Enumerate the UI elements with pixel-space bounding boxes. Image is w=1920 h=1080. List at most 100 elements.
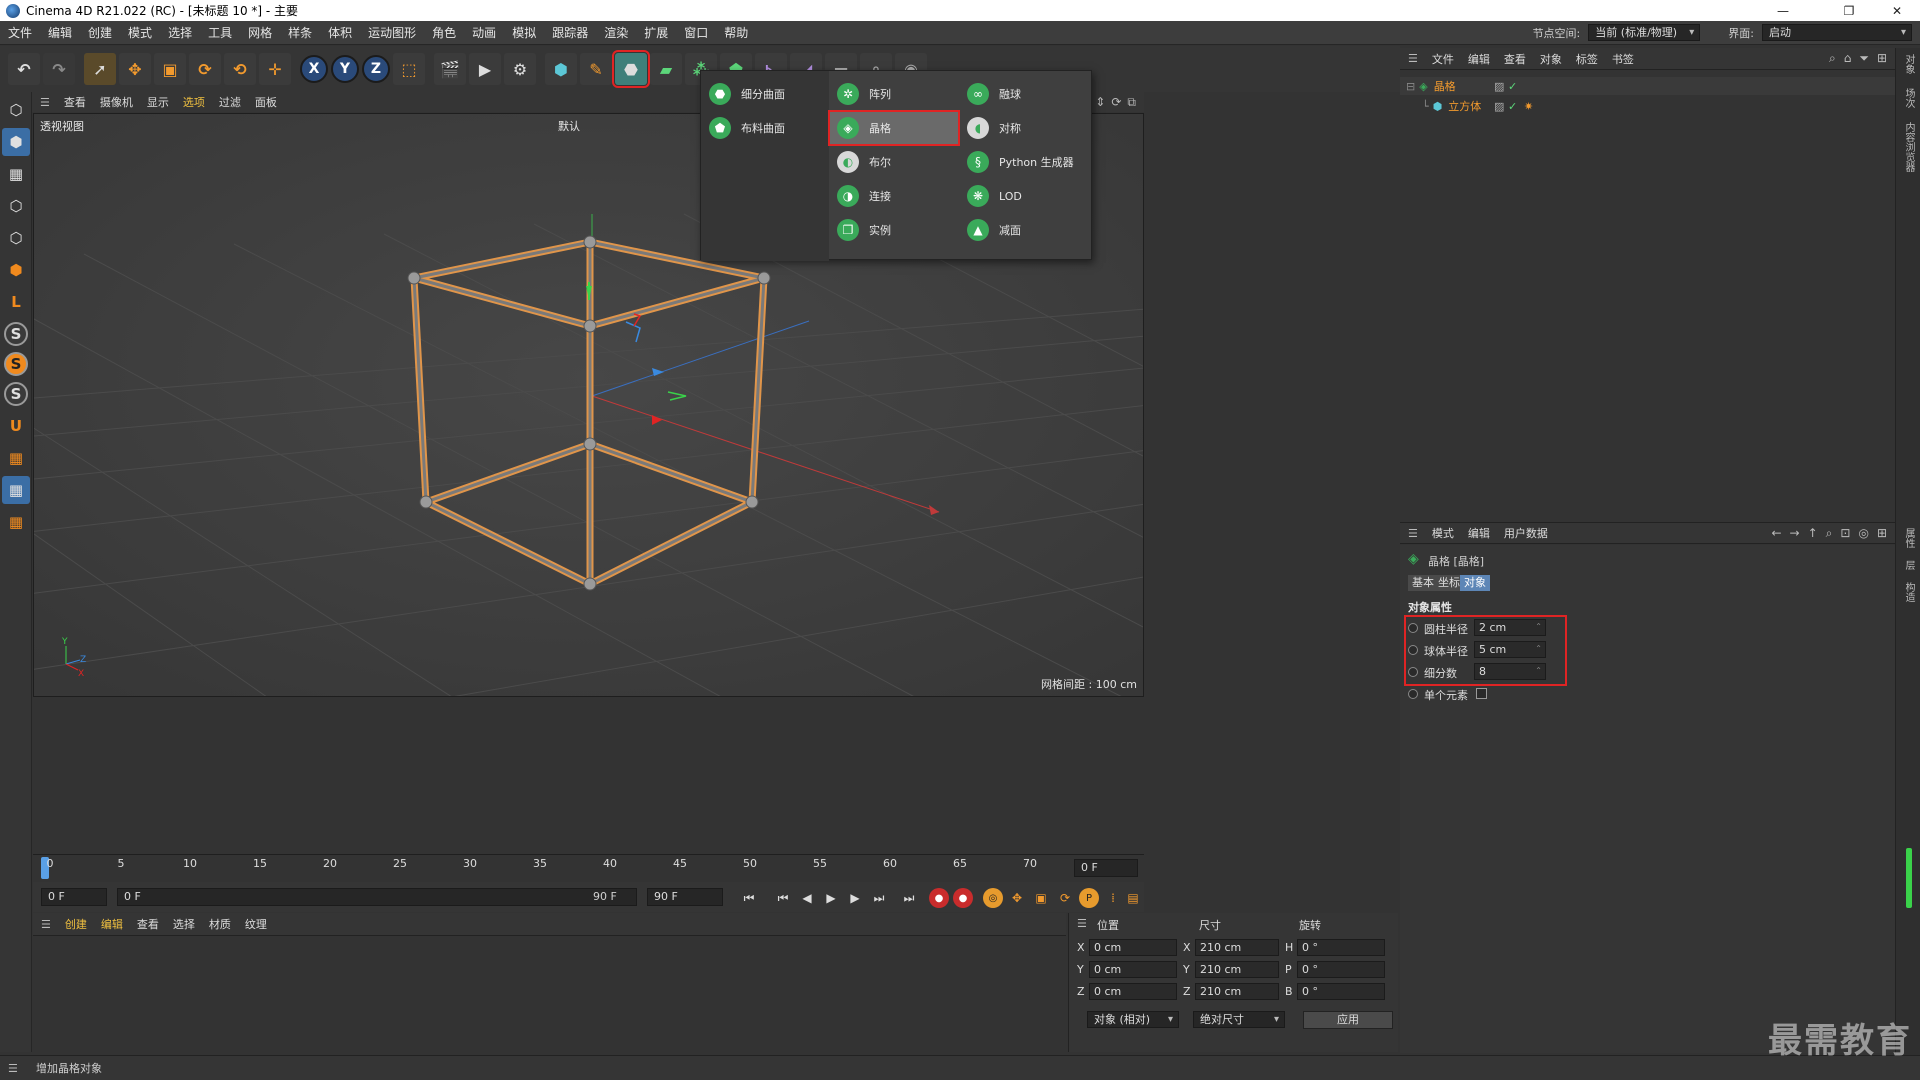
menu-render[interactable]: 渲染 — [596, 24, 636, 41]
position-key-icon[interactable]: ✥ — [1007, 888, 1027, 908]
next-frame-icon[interactable]: ▶ — [845, 888, 865, 908]
keyframe-selection-icon[interactable]: ◎ — [983, 888, 1003, 908]
menu-item-connect[interactable]: ◑ 连接 — [829, 179, 959, 213]
menu-mode[interactable]: 模式 — [120, 24, 160, 41]
material-menu-edit[interactable]: 编辑 — [94, 916, 130, 932]
keyframe-dot-icon[interactable] — [1408, 689, 1418, 699]
current-frame-field[interactable]: 0 F — [1074, 859, 1138, 877]
timeline-window-icon[interactable]: ▤ — [1123, 888, 1143, 908]
viewport-menu-view[interactable]: 查看 — [57, 94, 93, 110]
layer-icon[interactable]: ▨ — [1494, 100, 1504, 113]
size-mode-dropdown[interactable]: 绝对尺寸 — [1193, 1011, 1285, 1028]
menu-tools[interactable]: 工具 — [200, 24, 240, 41]
minimize-button[interactable]: — — [1760, 0, 1806, 21]
go-to-start-icon[interactable]: ⏮ — [739, 888, 759, 908]
go-to-end-icon[interactable]: ⏭ — [899, 888, 919, 908]
viewport-menu-display[interactable]: 显示 — [140, 94, 176, 110]
scale-tool-icon[interactable]: ▣ — [154, 53, 186, 85]
node-space-dropdown[interactable]: 当前 (标准/物理) — [1588, 24, 1701, 41]
rotation-p-field[interactable]: 0 ° — [1297, 961, 1385, 978]
viewport-rotate-icon[interactable]: ⟳ — [1111, 95, 1121, 110]
am-menu-user-data[interactable]: 用户数据 — [1497, 525, 1555, 541]
single-element-checkbox[interactable] — [1476, 688, 1487, 699]
vtab-layers[interactable]: 层 — [1901, 560, 1916, 570]
menu-item-array[interactable]: ✲ 阵列 — [829, 77, 959, 111]
menu-item-symmetry[interactable]: ◖ 对称 — [959, 111, 1093, 145]
redo-icon[interactable]: ↷ — [43, 53, 75, 85]
menu-tracker[interactable]: 跟踪器 — [544, 24, 596, 41]
play-icon[interactable]: ▶ — [821, 888, 841, 908]
am-menu-edit[interactable]: 编辑 — [1461, 525, 1497, 541]
material-manager-area[interactable] — [33, 935, 1066, 1052]
menu-help[interactable]: 帮助 — [716, 24, 756, 41]
forward-arrow-icon[interactable]: → — [1790, 526, 1800, 541]
menu-item-instance[interactable]: ❐ 实例 — [829, 213, 959, 247]
restore-button[interactable]: ❐ — [1826, 0, 1872, 21]
menu-character[interactable]: 角色 — [424, 24, 464, 41]
menu-item-atom-array[interactable]: ◈ 晶格 — [828, 110, 960, 146]
object-manager-menu-icon[interactable]: ☰ — [1408, 52, 1425, 65]
vtab-attributes[interactable]: 属性 — [1901, 528, 1916, 548]
rotation-b-field[interactable]: 0 ° — [1297, 983, 1385, 1000]
autokey-icon[interactable]: ● — [953, 888, 973, 908]
edge-mode-icon[interactable]: ⬡ — [2, 224, 30, 252]
start-frame-field[interactable]: 0 F — [41, 888, 107, 906]
subdivision-generator-icon[interactable]: ⬣ — [612, 50, 650, 88]
size-z-field[interactable]: 210 cm — [1195, 983, 1279, 1000]
menu-spline[interactable]: 样条 — [280, 24, 320, 41]
vtab-structure[interactable]: 构造 — [1901, 582, 1916, 602]
om-menu-view[interactable]: 查看 — [1497, 51, 1533, 67]
menu-simulate[interactable]: 模拟 — [504, 24, 544, 41]
snap-settings-icon[interactable]: S — [4, 382, 28, 406]
menu-mograph[interactable]: 运动图形 — [360, 24, 424, 41]
point-level-key-icon[interactable]: ⁞ — [1103, 888, 1123, 908]
viewport-panel-menu-icon[interactable]: ☰ — [40, 96, 57, 109]
timeline-ruler[interactable]: 0 5 10 15 20 25 30 35 40 45 50 55 60 65 … — [33, 854, 1144, 881]
point-mode-icon[interactable]: ⬡ — [2, 192, 30, 220]
snap-s-icon[interactable]: S — [4, 322, 28, 346]
add-tool-icon[interactable]: ✛ — [259, 53, 291, 85]
locked-workplane-icon[interactable]: ▦ — [2, 476, 30, 504]
material-menu-create[interactable]: 创建 — [58, 916, 94, 932]
om-filter-icon[interactable]: ⏷ — [1859, 51, 1869, 66]
undo-icon[interactable]: ↶ — [8, 53, 40, 85]
close-button[interactable]: ✕ — [1874, 0, 1920, 21]
planar-workplane-icon[interactable]: ▦ — [2, 508, 30, 536]
visibility-check-icon[interactable]: ✓ — [1508, 80, 1517, 93]
am-new-window-icon[interactable]: ⊞ — [1877, 526, 1887, 541]
om-home-icon[interactable]: ⌂ — [1844, 51, 1852, 66]
cube-primitive-icon[interactable]: ⬢ — [545, 53, 577, 85]
menu-item-polygon-reduction[interactable]: ▲ 减面 — [959, 213, 1093, 247]
menu-animate[interactable]: 动画 — [464, 24, 504, 41]
position-z-field[interactable]: 0 cm — [1089, 983, 1177, 1000]
om-menu-tags[interactable]: 标签 — [1569, 51, 1605, 67]
z-axis-lock-icon[interactable]: Z — [362, 55, 390, 83]
rotation-h-field[interactable]: 0 ° — [1297, 939, 1385, 956]
size-x-field[interactable]: 210 cm — [1195, 939, 1279, 956]
workplane-icon[interactable]: ▦ — [2, 444, 30, 472]
om-search-icon[interactable]: ⌕ — [1829, 51, 1836, 66]
am-menu-mode[interactable]: 模式 — [1425, 525, 1461, 541]
menu-item-boole[interactable]: ◐ 布尔 — [829, 145, 959, 179]
viewport-zoom-icon[interactable]: ⇕ — [1095, 95, 1105, 110]
extrude-generator-icon[interactable]: ▰ — [650, 53, 682, 85]
up-arrow-icon[interactable]: ↑ — [1808, 526, 1818, 541]
coordinates-menu-icon[interactable]: ☰ — [1077, 917, 1087, 930]
status-menu-icon[interactable]: ☰ — [8, 1062, 22, 1075]
rotation-key-icon[interactable]: ⟳ — [1055, 888, 1075, 908]
am-search-icon[interactable]: ⌕ — [1826, 526, 1833, 541]
model-mode-icon[interactable]: ⬢ — [2, 128, 30, 156]
om-menu-edit[interactable]: 编辑 — [1461, 51, 1497, 67]
recent-tools-icon[interactable]: ⟲ — [224, 53, 256, 85]
preview-range-slider[interactable]: 0 F — [117, 888, 637, 906]
axis-mode-icon[interactable]: L — [2, 288, 30, 316]
previous-key-icon[interactable]: ⏮ — [773, 888, 793, 908]
apply-button[interactable]: 应用 — [1303, 1011, 1393, 1029]
menu-item-subdivision-surface[interactable]: ⬣ 细分曲面 — [701, 77, 829, 111]
vtab-takes[interactable]: 场次 — [1901, 88, 1916, 108]
make-editable-icon[interactable]: ⬡ — [2, 96, 30, 124]
move-tool-icon[interactable]: ✥ — [119, 53, 151, 85]
rotate-tool-icon[interactable]: ⟳ — [189, 53, 221, 85]
viewport-menu-options[interactable]: 选项 — [176, 94, 212, 110]
coordinate-system-icon[interactable]: ⬚ — [393, 53, 425, 85]
